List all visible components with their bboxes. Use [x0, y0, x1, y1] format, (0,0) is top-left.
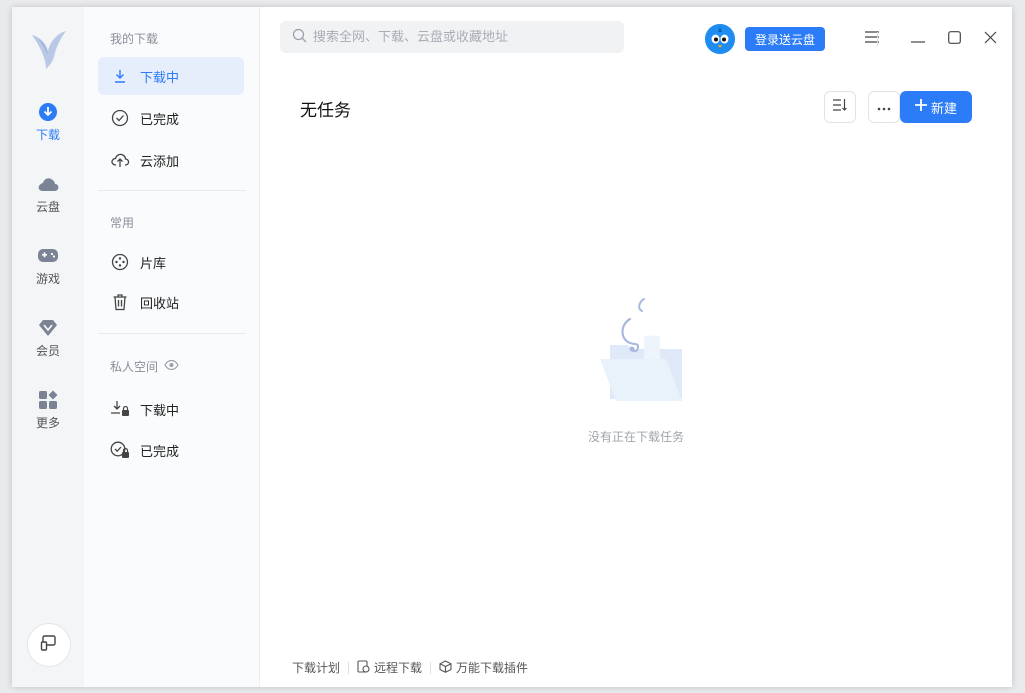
plugin-link[interactable]: 万能下载插件 [439, 659, 528, 676]
main-content: 登录送云盘 无任务 [260, 7, 1012, 687]
page-title: 无任务 [300, 101, 351, 121]
search-icon [292, 28, 307, 47]
cloud-upload-icon [110, 150, 130, 170]
more-options-button[interactable] [868, 91, 900, 123]
rail-label: 下载 [35, 128, 60, 142]
trash-icon [110, 292, 130, 312]
nav-item-completed[interactable]: 已完成 [98, 99, 244, 137]
menu-button[interactable] [860, 27, 884, 51]
device-icon [40, 634, 58, 656]
minimize-button[interactable] [906, 27, 930, 51]
empty-state-text: 没有正在下载任务 [587, 430, 684, 444]
download-plan-link[interactable]: 下载计划 [292, 659, 340, 676]
nav-item-label: 回收站 [140, 296, 180, 312]
nav-item-label: 片库 [140, 256, 167, 272]
cloud-icon [37, 173, 59, 195]
rail-item-vip[interactable]: 会员 [12, 317, 84, 369]
footer-separator [348, 661, 350, 674]
maximize-icon [947, 30, 961, 48]
close-button[interactable] [978, 27, 1002, 51]
ellipsis-icon [877, 100, 891, 115]
remote-download-link[interactable]: 远程下载 [357, 659, 422, 676]
gamepad-icon [37, 245, 59, 267]
remote-device-icon [357, 659, 370, 676]
nav-item-label: 下载中 [140, 403, 180, 419]
app-window: 下载 云盘 游戏 会员 更多 我的下载 下载中 已完成 云添加 常用 片库 回收… [12, 7, 1012, 687]
title-bar-separator [877, 32, 878, 46]
login-button[interactable]: 登录送云盘 [745, 27, 825, 51]
rail-label: 会员 [35, 344, 60, 358]
cube-icon [439, 659, 452, 676]
nav-item-cloud-add[interactable]: 云添加 [98, 141, 244, 179]
plus-icon [914, 99, 927, 115]
download-plan-label: 下载计划 [292, 661, 341, 675]
empty-folder-illustration [586, 297, 686, 401]
rail-label: 更多 [35, 416, 60, 430]
close-icon [984, 31, 997, 48]
device-switch-button[interactable] [27, 623, 71, 667]
nav-divider [98, 190, 246, 191]
rail-label: 游戏 [35, 272, 60, 286]
avatar[interactable] [705, 24, 735, 54]
new-task-label: 新建 [930, 101, 957, 117]
diamond-icon [37, 317, 59, 339]
rail-item-more[interactable]: 更多 [12, 389, 84, 441]
nav-item-label: 云添加 [140, 154, 180, 170]
sort-button[interactable] [824, 91, 856, 123]
nav-item-recycle-bin[interactable]: 回收站 [98, 283, 244, 321]
maximize-button[interactable] [942, 27, 966, 51]
new-task-button[interactable]: 新建 [900, 91, 972, 123]
search-bar[interactable] [280, 21, 624, 53]
nav-item-private-completed[interactable]: 已完成 [98, 431, 244, 469]
nav-section-label: 私人空间 [110, 360, 159, 374]
rail-item-cloud[interactable]: 云盘 [12, 173, 84, 225]
nav-item-label: 已完成 [140, 444, 180, 460]
footer-separator [430, 661, 432, 674]
download-lock-icon [110, 399, 130, 419]
nav-item-private-downloading[interactable]: 下载中 [98, 390, 244, 428]
nav-section-common: 常用 [110, 216, 135, 230]
rail-label: 云盘 [35, 200, 60, 214]
footer-bar: 下载计划 远程下载 万能下载插件 [292, 659, 528, 676]
nav-panel: 我的下载 下载中 已完成 云添加 常用 片库 回收站 私人空间 下载中 已完成 [84, 7, 260, 687]
nav-section-my-downloads: 我的下载 [110, 32, 159, 46]
check-circle-icon [110, 108, 130, 128]
nav-item-library[interactable]: 片库 [98, 243, 244, 281]
rail-item-download[interactable]: 下载 [12, 101, 84, 153]
app-logo-icon [28, 25, 68, 69]
eye-icon[interactable] [164, 359, 179, 374]
check-lock-icon [110, 440, 130, 460]
nav-section-private: 私人空间 [110, 358, 179, 375]
download-circle-icon [37, 101, 59, 123]
plugin-label: 万能下载插件 [456, 661, 529, 675]
sort-icon [833, 99, 847, 115]
download-arrow-icon [110, 66, 130, 86]
nav-item-downloading[interactable]: 下载中 [98, 57, 244, 95]
search-input[interactable] [313, 29, 613, 45]
nav-item-label: 下载中 [140, 70, 180, 86]
remote-download-label: 远程下载 [374, 661, 423, 675]
film-reel-icon [110, 252, 130, 272]
grid-icon [37, 389, 59, 411]
left-rail: 下载 云盘 游戏 会员 更多 [12, 7, 84, 687]
nav-item-label: 已完成 [140, 112, 180, 128]
nav-divider [98, 333, 246, 334]
rail-item-games[interactable]: 游戏 [12, 245, 84, 297]
minimize-icon [911, 32, 925, 47]
